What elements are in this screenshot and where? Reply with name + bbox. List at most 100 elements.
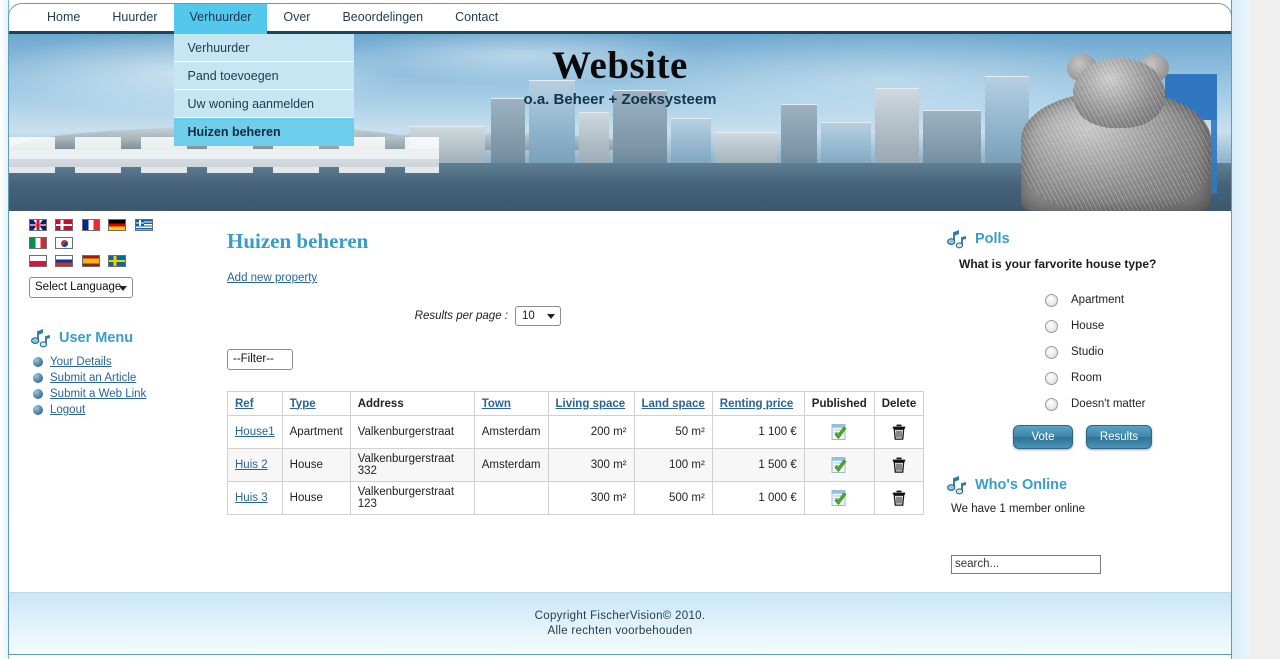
column-header-ref[interactable]: Ref bbox=[227, 391, 283, 416]
table-header: Ref Type Address Town Living space Land … bbox=[227, 391, 925, 416]
bullet-icon bbox=[33, 373, 43, 383]
nav-item-verhuurder[interactable]: Verhuurder Verhuurder Pand toevoegen Uw … bbox=[173, 4, 354, 146]
cell-ref[interactable]: House1 bbox=[227, 415, 283, 449]
list-item[interactable]: Submit a Web Link bbox=[33, 388, 221, 400]
cell-land-space: 500 m² bbox=[633, 481, 713, 515]
flag-germany-icon[interactable] bbox=[108, 219, 127, 231]
sort-link-ref[interactable]: Ref bbox=[235, 398, 254, 410]
cell-renting-price: 1 100 € bbox=[711, 415, 805, 449]
column-header-renting-price[interactable]: Renting price bbox=[711, 391, 805, 416]
flag-spain-icon[interactable] bbox=[81, 255, 100, 267]
poll-option-house[interactable]: House bbox=[1045, 313, 1221, 339]
dropdown-item-huizen-beheren[interactable]: Huizen beheren bbox=[173, 118, 354, 146]
user-menu-link-logout[interactable]: Logout bbox=[50, 404, 85, 416]
radio-button-icon[interactable] bbox=[1045, 371, 1058, 385]
dropdown-item-uw-woning-aanmelden[interactable]: Uw woning aanmelden bbox=[173, 90, 354, 118]
flag-italy-icon[interactable] bbox=[29, 237, 47, 249]
nav-link-beoordelingen[interactable]: Beoordelingen bbox=[326, 4, 439, 34]
radio-button-icon[interactable] bbox=[1045, 397, 1058, 411]
list-item[interactable]: Logout bbox=[33, 404, 221, 416]
sort-link-land-space[interactable]: Land space bbox=[642, 398, 705, 410]
nav-item-over[interactable]: Over bbox=[267, 4, 326, 34]
cell-ref[interactable]: Huis 3 bbox=[227, 481, 283, 515]
user-menu-link-your-details[interactable]: Your Details bbox=[50, 356, 112, 368]
bullet-icon bbox=[33, 357, 43, 367]
flag-sweden-icon[interactable] bbox=[108, 255, 127, 267]
flag-greece-icon[interactable] bbox=[134, 219, 153, 231]
cell-delete[interactable] bbox=[873, 481, 925, 515]
property-link-huis-2[interactable]: Huis 2 bbox=[235, 459, 268, 471]
sort-link-town[interactable]: Town bbox=[482, 398, 511, 410]
nav-link-contact[interactable]: Contact bbox=[439, 4, 514, 34]
polls-header: Polls bbox=[947, 229, 1221, 249]
cell-published[interactable] bbox=[803, 415, 875, 449]
column-header-town[interactable]: Town bbox=[473, 391, 549, 416]
nav-link-over[interactable]: Over bbox=[267, 4, 326, 34]
poll-option-label: Apartment bbox=[1071, 294, 1125, 306]
published-check-icon[interactable] bbox=[830, 423, 849, 442]
user-menu-link-submit-article[interactable]: Submit an Article bbox=[50, 372, 136, 384]
cell-published[interactable] bbox=[803, 448, 875, 482]
radio-button-icon[interactable] bbox=[1045, 293, 1058, 307]
flag-france-icon[interactable] bbox=[81, 219, 100, 231]
user-menu-header: User Menu bbox=[31, 328, 221, 348]
cell-published[interactable] bbox=[803, 481, 875, 515]
column-header-address-label: Address bbox=[357, 397, 404, 410]
nav-item-home[interactable]: Home bbox=[31, 4, 96, 34]
radio-button-icon[interactable] bbox=[1045, 345, 1058, 359]
sort-link-living-space[interactable]: Living space bbox=[556, 398, 626, 410]
page-right-glow-border bbox=[1231, 0, 1250, 659]
flag-south-korea-icon[interactable] bbox=[55, 237, 74, 249]
nav-link-home[interactable]: Home bbox=[31, 4, 96, 34]
results-per-page-select[interactable]: 10 bbox=[515, 306, 561, 326]
property-link-huis-3[interactable]: Huis 3 bbox=[235, 492, 268, 504]
flag-denmark-icon[interactable] bbox=[55, 219, 74, 231]
results-per-page-value: 10 bbox=[522, 310, 535, 322]
trash-icon[interactable] bbox=[892, 490, 906, 506]
poll-option-studio[interactable]: Studio bbox=[1045, 339, 1221, 365]
cell-delete[interactable] bbox=[873, 448, 925, 482]
sort-link-renting-price[interactable]: Renting price bbox=[720, 398, 793, 410]
flag-uk-icon[interactable] bbox=[29, 219, 47, 231]
dropdown-item-pand-toevoegen[interactable]: Pand toevoegen bbox=[173, 62, 354, 90]
column-header-type[interactable]: Type bbox=[281, 391, 351, 416]
flag-russia-icon[interactable] bbox=[55, 255, 74, 267]
cell-delete[interactable] bbox=[873, 415, 925, 449]
search-input-placeholder: search... bbox=[955, 558, 1000, 570]
property-link-house1[interactable]: House1 bbox=[235, 426, 275, 438]
nav-link-huurder[interactable]: Huurder bbox=[96, 4, 173, 34]
nav-item-beoordelingen[interactable]: Beoordelingen bbox=[326, 4, 439, 34]
bullet-icon bbox=[33, 389, 43, 399]
column-header-delete-label: Delete bbox=[881, 397, 917, 410]
list-item[interactable]: Submit an Article bbox=[33, 372, 221, 384]
trash-icon[interactable] bbox=[892, 457, 906, 473]
published-check-icon[interactable] bbox=[830, 489, 849, 508]
user-menu-link-submit-web-link[interactable]: Submit a Web Link bbox=[50, 388, 146, 400]
radio-button-icon[interactable] bbox=[1045, 319, 1058, 333]
search-input[interactable]: search... bbox=[951, 555, 1101, 574]
trash-icon[interactable] bbox=[892, 424, 906, 440]
poll-option-room[interactable]: Room bbox=[1045, 365, 1221, 391]
list-item[interactable]: Your Details bbox=[33, 356, 221, 368]
dropdown-item-verhuurder[interactable]: Verhuurder bbox=[173, 34, 354, 62]
language-select[interactable]: Select Language bbox=[29, 277, 133, 298]
sort-link-type[interactable]: Type bbox=[290, 398, 316, 410]
nav-link-verhuurder[interactable]: Verhuurder bbox=[173, 4, 268, 34]
column-header-living-space[interactable]: Living space bbox=[547, 391, 635, 416]
nav-item-huurder[interactable]: Huurder bbox=[96, 4, 173, 34]
properties-table: Ref Type Address Town Living space Land … bbox=[227, 391, 925, 515]
published-check-icon[interactable] bbox=[830, 456, 849, 475]
page-right-gutter bbox=[1250, 0, 1280, 659]
column-header-delete: Delete bbox=[873, 391, 925, 416]
poll-option-apartment[interactable]: Apartment bbox=[1045, 287, 1221, 313]
vote-button[interactable]: Vote bbox=[1013, 425, 1073, 449]
filter-select[interactable]: --Filter-- bbox=[227, 349, 293, 370]
cell-ref[interactable]: Huis 2 bbox=[227, 448, 283, 482]
flag-poland-icon[interactable] bbox=[29, 255, 47, 267]
add-new-property-link[interactable]: Add new property bbox=[227, 272, 317, 284]
nav-item-contact[interactable]: Contact bbox=[439, 4, 514, 34]
column-header-land-space[interactable]: Land space bbox=[633, 391, 713, 416]
poll-option-doesnt-matter[interactable]: Doesn't matter bbox=[1045, 391, 1221, 417]
results-button[interactable]: Results bbox=[1086, 425, 1152, 449]
column-header-published-label: Published bbox=[811, 397, 867, 410]
